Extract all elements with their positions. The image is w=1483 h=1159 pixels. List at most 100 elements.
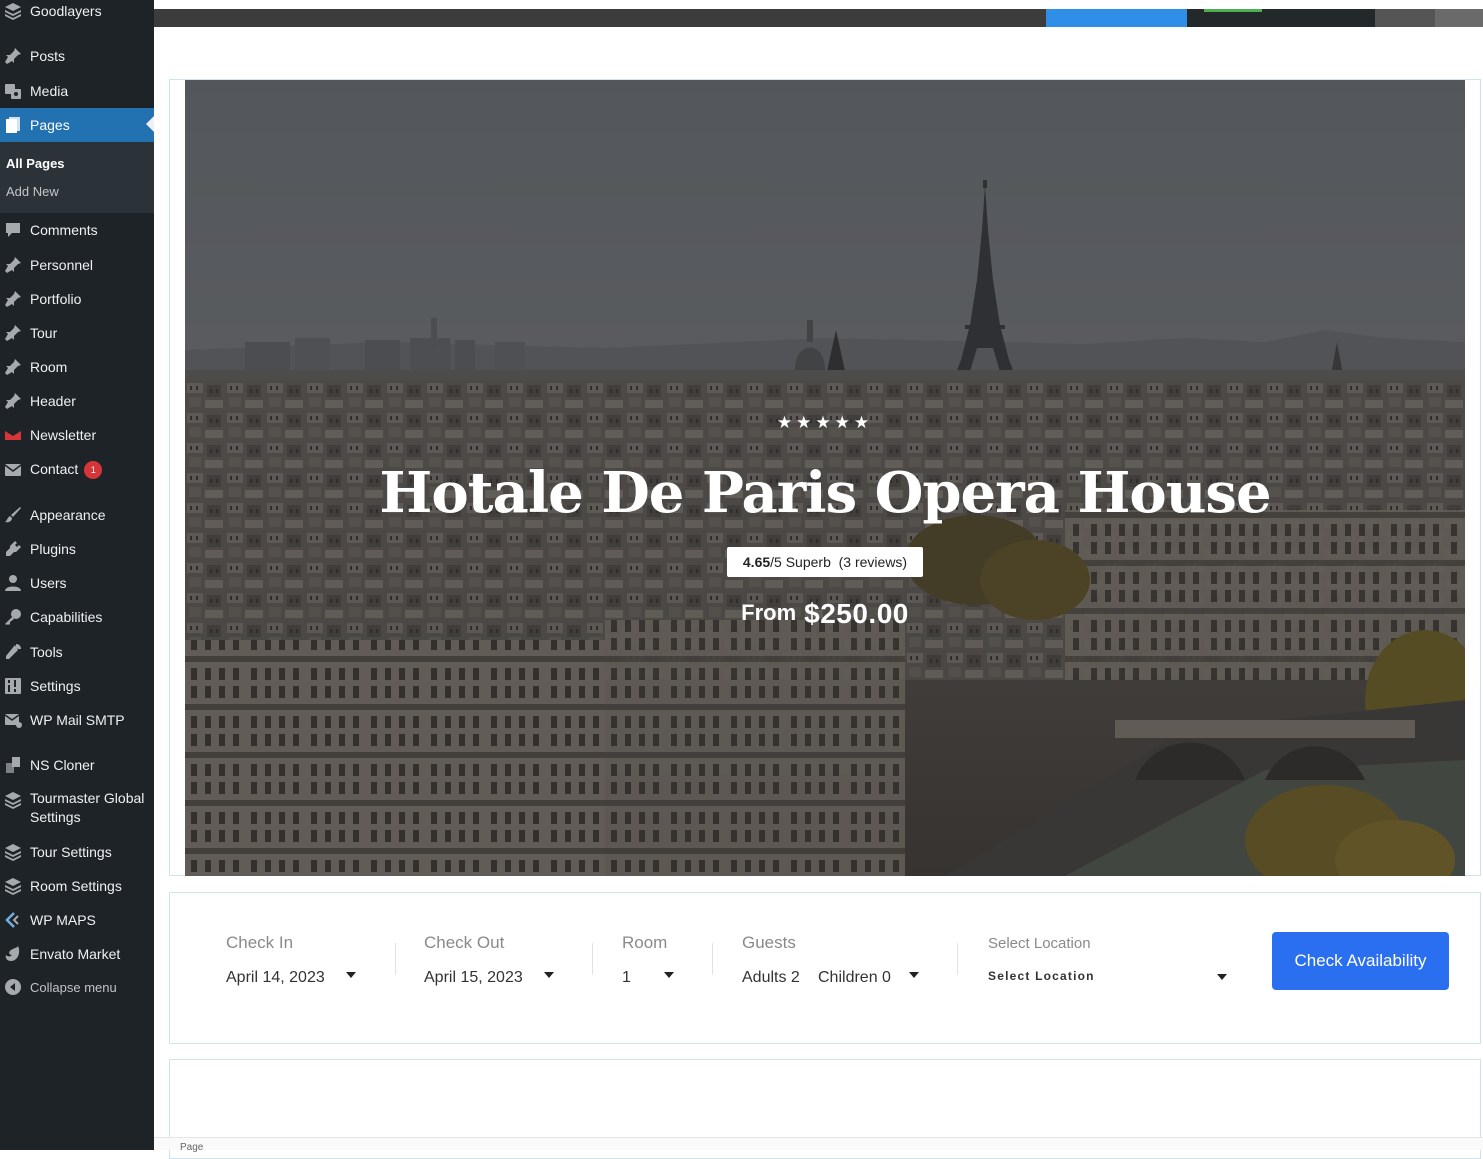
check-in-field[interactable]: Check In April 14, 2023 <box>226 933 366 986</box>
sidebar-item-newsletter[interactable]: Newsletter <box>0 419 154 451</box>
check-in-label: Check In <box>226 933 294 952</box>
check-in-value[interactable]: April 14, 2023 <box>226 969 325 987</box>
sidebar-item-capabilities[interactable]: Capabilities <box>0 601 154 633</box>
review-rating-badge[interactable]: 4.65/5 Superb (3 reviews) <box>727 547 923 577</box>
comment-icon <box>3 220 23 240</box>
collapse-menu-button[interactable]: Collapse menu <box>0 971 154 1003</box>
check-availability-button[interactable]: Check Availability <box>1272 932 1449 990</box>
sidebar-item-portfolio[interactable]: Portfolio <box>0 283 154 315</box>
sidebar-item-label: Tools <box>30 644 63 660</box>
status-bar: Page <box>154 1137 1483 1153</box>
sidebar-item-label: Appearance <box>30 507 106 523</box>
sidebar-item-plugins[interactable]: Plugins <box>0 533 154 565</box>
contact-label: Contact <box>30 461 79 477</box>
hero-banner: ★★★★★ Hotale De Paris Opera House 4.65/5… <box>185 80 1465 876</box>
sidebar-item-label: Comments <box>30 222 98 238</box>
mail-smtp-icon <box>3 710 23 730</box>
field-divider <box>712 943 713 975</box>
key-icon <box>3 607 23 627</box>
sidebar-item-label: Tour Settings <box>30 844 112 860</box>
adults-value[interactable]: Adults 2 <box>742 969 800 987</box>
sidebar-item-label: Media <box>30 83 69 99</box>
sidebar-item-posts[interactable]: Posts <box>0 40 154 72</box>
sidebar-item-media[interactable]: Media <box>0 75 154 107</box>
chevron-down-icon[interactable] <box>664 972 674 978</box>
sidebar-item-label: Portfolio <box>30 291 82 307</box>
editor-top-toolbar <box>154 0 1483 27</box>
sidebar-item-label: Envato Market <box>30 946 121 962</box>
rating-score: 4.65 <box>742 554 771 570</box>
chevron-down-icon[interactable] <box>544 972 554 978</box>
sidebar-item-settings[interactable]: Settings <box>0 670 154 702</box>
plug-icon <box>3 539 23 559</box>
settings-icon <box>3 676 23 696</box>
room-label: Room <box>622 933 668 952</box>
sidebar-item-envato-market[interactable]: Envato Market <box>0 938 154 970</box>
sidebar-item-label: WP MAPS <box>30 912 96 928</box>
chevron-down-icon[interactable] <box>909 972 919 978</box>
room-value[interactable]: 1 <box>622 969 631 987</box>
pushpin-icon <box>3 46 23 66</box>
sidebar-item-label: NS Cloner <box>30 757 95 773</box>
sidebar-item-tour-settings[interactable]: Tour Settings <box>0 836 154 868</box>
sidebar-item-label: Posts <box>30 48 66 64</box>
guests-field[interactable]: Guests Adults 2 Children 0 <box>742 933 932 986</box>
sidebar-item-label: Goodlayers <box>30 3 102 19</box>
toolbar-tab[interactable] <box>1375 9 1435 27</box>
pushpin-icon <box>3 289 23 309</box>
field-divider <box>957 943 958 975</box>
pushpin-icon <box>3 357 23 377</box>
field-divider <box>395 943 396 975</box>
submenu-add-new[interactable]: Add New <box>6 184 59 199</box>
sidebar-item-label: Room <box>30 359 68 375</box>
sidebar-item-personnel[interactable]: Personnel <box>0 249 154 281</box>
sidebar-item-wp-maps[interactable]: WP MAPS <box>0 904 154 936</box>
sidebar-item-wp-mail-smtp[interactable]: WP Mail SMTP <box>0 704 154 736</box>
goodlayers-icon <box>3 1 23 21</box>
children-value[interactable]: Children 0 <box>818 969 891 987</box>
check-out-value[interactable]: April 15, 2023 <box>424 969 523 987</box>
sidebar-item-label: Users <box>30 575 67 591</box>
toolbar-tab-active[interactable] <box>1046 9 1187 27</box>
sidebar-item-label: Settings <box>30 678 81 694</box>
toolbar-tab[interactable] <box>1435 9 1483 27</box>
sidebar-item-room[interactable]: Room <box>0 351 154 383</box>
pushpin-icon <box>3 255 23 275</box>
sidebar-item-label: Room Settings <box>30 878 122 894</box>
maps-icon <box>3 910 23 930</box>
sidebar-item-tour[interactable]: Tour <box>0 317 154 349</box>
location-value[interactable]: Select Location <box>988 969 1095 983</box>
breadcrumb-text: Page <box>180 1142 204 1153</box>
sidebar-item-label: Collapse menu <box>30 979 117 995</box>
wrench-icon <box>3 642 23 662</box>
chevron-down-icon[interactable] <box>346 972 356 978</box>
sidebar-item-comments[interactable]: Comments <box>0 214 154 246</box>
check-out-field[interactable]: Check Out April 15, 2023 <box>424 933 564 986</box>
room-field[interactable]: Room 1 <box>622 933 682 986</box>
sidebar-item-room-settings[interactable]: Room Settings <box>0 870 154 902</box>
submenu-all-pages[interactable]: All Pages <box>6 156 65 171</box>
price-line: From $250.00 <box>185 598 1465 630</box>
collapse-arrow-icon <box>3 977 23 997</box>
sidebar-item-label: Contact 1 <box>30 461 103 479</box>
sidebar-item-tourmaster-global-settings[interactable]: Tourmaster Global Settings <box>0 786 154 830</box>
sidebar-item-ns-cloner[interactable]: NS Cloner <box>0 749 154 781</box>
sidebar-item-contact[interactable]: Contact 1 <box>0 454 154 486</box>
sidebar-item-tools[interactable]: Tools <box>0 636 154 668</box>
price-from-label: From <box>741 600 797 625</box>
envato-leaf-icon <box>3 944 23 964</box>
goodlayers-icon <box>3 790 23 810</box>
pages-icon <box>3 115 23 135</box>
sidebar-item-label: Pages <box>30 117 70 133</box>
user-icon <box>3 573 23 593</box>
pages-submenu: All Pages Add New <box>0 142 154 213</box>
guests-label: Guests <box>742 933 796 952</box>
location-select[interactable]: Select Location Select Location <box>988 935 1233 983</box>
sidebar-item-appearance[interactable]: Appearance <box>0 499 154 531</box>
sidebar-item-header[interactable]: Header <box>0 385 154 417</box>
sidebar-item-goodlayers[interactable]: Goodlayers <box>0 0 154 27</box>
chevron-down-icon[interactable] <box>1217 974 1227 980</box>
sidebar-item-users[interactable]: Users <box>0 567 154 599</box>
sidebar-item-label: WP Mail SMTP <box>30 712 125 728</box>
sidebar-item-pages[interactable]: Pages <box>0 108 154 142</box>
